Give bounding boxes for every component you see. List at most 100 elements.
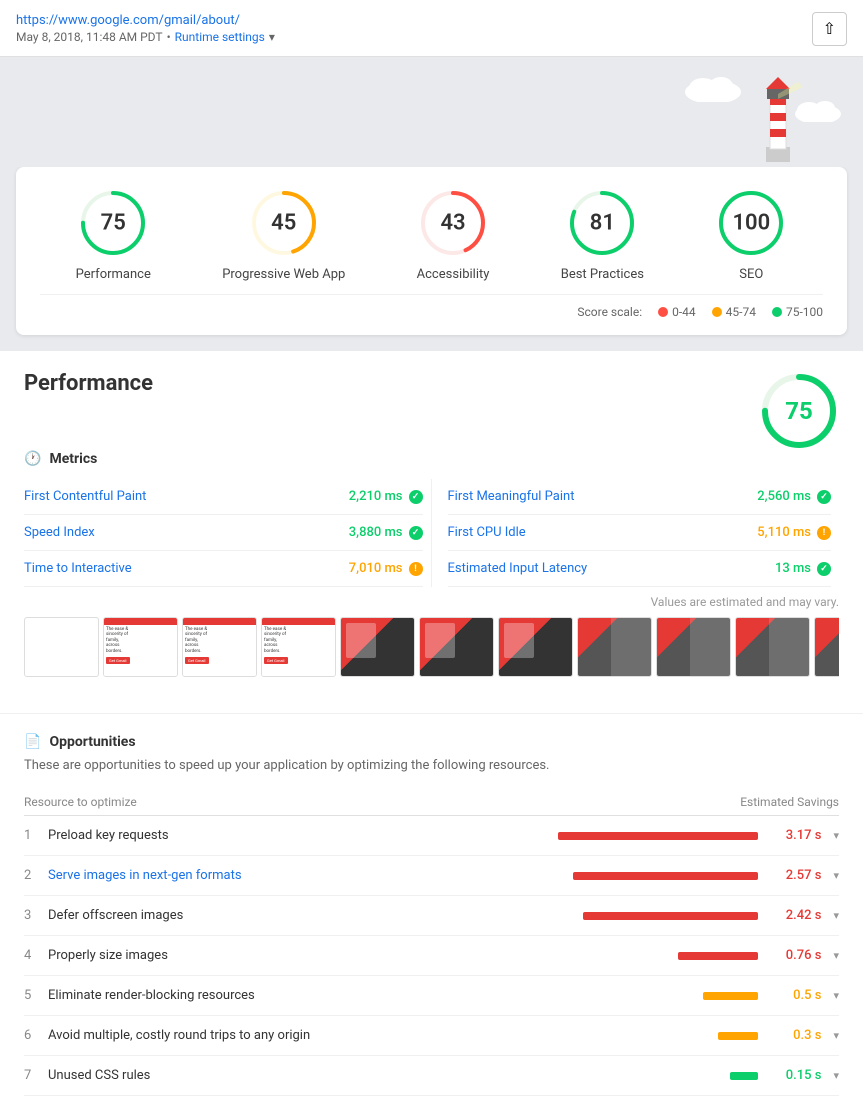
score-item-progressive-web-app: 45 Progressive Web App [222,187,345,282]
scale-green-label: 75-100 [786,305,823,319]
performance-header: Performance 75 [24,371,839,451]
opportunity-number: 7 [24,1068,40,1083]
opportunity-bar-icon [718,1032,758,1040]
opportunity-name: Avoid multiple, costly round trips to an… [48,1028,310,1043]
metric-row: Time to Interactive 7,010 ms ! [24,551,423,587]
opportunity-saving: 2.57 s [766,868,821,883]
metric-badge-green-icon: ✓ [409,526,423,540]
values-note: Values are estimated and may vary. [24,595,839,609]
opportunity-number: 3 [24,908,40,923]
opportunity-name: Defer offscreen images [48,908,183,923]
score-item-best-practices: 81 Best Practices [561,187,644,282]
header-left: https://www.google.com/gmail/about/ May … [16,12,275,44]
metric-name: Time to Interactive [24,561,132,576]
film-frame: The ease &sincerity offamily,acrossborde… [182,617,257,677]
film-frame [24,617,99,677]
score-circle: 81 [566,187,638,259]
scores-row: 75 Performance 45 Progressive Web App [40,187,823,282]
film-frame [577,617,652,677]
scale-red: 0-44 [658,305,696,319]
opportunities-table-header: Resource to optimize Estimated Savings [24,789,839,816]
performance-section: Performance 75 🕐 Metrics First Contentfu… [0,351,863,713]
opportunities-label: Opportunities [49,734,135,750]
opportunity-bar-area: 3.17 s ▾ [558,828,839,843]
header: https://www.google.com/gmail/about/ May … [0,0,863,57]
score-scale: Score scale: 0-44 45-74 75-100 [40,294,823,319]
scale-red-label: 0-44 [672,305,696,319]
opportunity-number: 2 [24,868,40,883]
opportunity-saving: 0.3 s [766,1028,821,1043]
opportunity-link[interactable]: Serve images in next-gen formats [48,868,242,883]
opportunity-saving: 2.42 s [766,908,821,923]
opportunity-row: 6 Avoid multiple, costly round trips to … [24,1016,839,1056]
chevron-down-icon[interactable]: ▾ [833,909,839,922]
opportunity-bar-area: 2.57 s ▾ [559,868,839,883]
metric-row: First CPU Idle 5,110 ms ! [448,515,832,551]
scores-card: 75 Performance 45 Progressive Web App [16,167,847,335]
opportunities-header: 📄 Opportunities [24,734,839,750]
film-frame [735,617,810,677]
performance-score-value: 75 [785,397,813,425]
chevron-down-icon[interactable]: ▾ [833,949,839,962]
opportunity-title: Preload key requests [48,828,550,843]
opportunities-icon: 📄 [24,734,41,750]
score-label: Accessibility [417,267,490,282]
score-item-performance: 75 Performance [76,187,151,282]
col-resource: Resource to optimize [24,795,137,809]
metric-value: 7,010 ms ! [349,561,423,576]
scale-green: 75-100 [772,305,823,319]
film-frame [498,617,573,677]
chevron-down-icon[interactable]: ▾ [833,1069,839,1082]
metric-name: Speed Index [24,525,95,540]
metric-row: First Contentful Paint 2,210 ms ✓ [24,479,423,515]
opportunity-bar-area: 0.5 s ▾ [559,988,839,1003]
metric-badge-green-icon: ✓ [409,490,423,504]
opportunity-title: Unused CSS rules [48,1068,551,1083]
chevron-down-icon[interactable]: ▾ [833,869,839,882]
red-dot-icon [658,307,668,317]
opportunities-section: 📄 Opportunities These are opportunities … [0,713,863,1116]
metric-value: 3,880 ms ✓ [349,525,423,540]
opportunity-bar-icon [703,992,758,1000]
opportunity-row: 5 Eliminate render-blocking resources 0.… [24,976,839,1016]
film-frame [340,617,415,677]
cloud-left-icon [683,72,743,102]
opportunity-bar-icon [583,912,758,920]
opportunity-bar-icon [573,872,758,880]
chevron-down-icon[interactable]: ▾ [833,989,839,1002]
metric-badge-orange-icon: ! [817,526,831,540]
score-circle: 43 [417,187,489,259]
scale-orange-label: 45-74 [726,305,756,319]
film-frame: The ease &sincerity offamily,acrossborde… [103,617,178,677]
opportunity-bar-icon [730,1072,758,1080]
score-label: SEO [739,267,763,282]
score-label: Performance [76,267,151,282]
opportunity-number: 4 [24,948,40,963]
score-value: 45 [271,211,296,236]
opportunity-name: Preload key requests [48,828,169,843]
opportunity-bar-area: 2.42 s ▾ [559,908,839,923]
chevron-down-icon[interactable]: ▾ [833,1029,839,1042]
score-scale-label: Score scale: [577,305,642,319]
opportunity-number: 1 [24,828,40,843]
metric-value: 5,110 ms ! [757,525,831,540]
score-circle: 100 [715,187,787,259]
runtime-settings-link[interactable]: Runtime settings [175,30,265,44]
metric-badge-orange-icon: ! [409,562,423,576]
score-value: 81 [590,211,615,236]
opportunity-row: 4 Properly size images 0.76 s ▾ [24,936,839,976]
metrics-right-column: First Meaningful Paint 2,560 ms ✓ First … [432,479,840,587]
chevron-down-icon[interactable]: ▾ [833,829,839,842]
share-button[interactable]: ⇧ [812,12,847,46]
clock-icon: 🕐 [24,451,41,467]
lighthouse-area [0,57,863,167]
orange-dot-icon [712,307,722,317]
metric-value: 13 ms ✓ [775,561,831,576]
score-label: Progressive Web App [222,267,345,282]
opportunity-name: Properly size images [48,948,168,963]
opportunities-rows: 1 Preload key requests 3.17 s ▾ 2 Serve … [24,816,839,1096]
scale-orange: 45-74 [712,305,756,319]
page-url[interactable]: https://www.google.com/gmail/about/ [16,13,240,28]
score-circle: 75 [77,187,149,259]
film-frame [814,617,839,677]
